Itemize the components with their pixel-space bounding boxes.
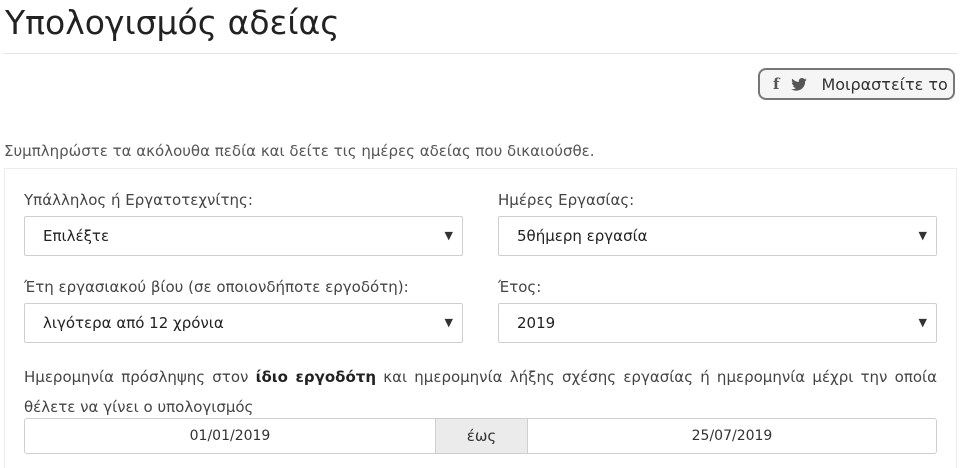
date-range-separator: έως [435,419,528,453]
work-days-label: Ημέρες Εργασίας: [498,191,635,209]
years-label: Έτη εργασιακού βίου (σε οποιονδήποτε εργ… [24,278,409,296]
employee-type-select[interactable]: Επιλέξτε ▼ [24,216,463,256]
title-divider [3,53,958,54]
work-days-select[interactable]: 5θήμερη εργασία ▼ [498,216,937,256]
year-value: 2019 [517,314,556,332]
dropdown-arrow-icon: ▼ [444,229,453,242]
page-title: Υπολογισμός αδείας [5,3,340,42]
years-value: λιγότερα από 12 χρόνια [43,314,224,332]
work-days-value: 5θήμερη εργασία [517,227,648,245]
dropdown-arrow-icon: ▼ [918,229,927,242]
twitter-icon[interactable] [791,77,808,91]
intro-text: Συμπληρώστε τα ακόλουθα πεδία και δείτε … [4,142,595,160]
facebook-icon[interactable]: f [773,75,779,93]
date-to-input[interactable]: 25/07/2019 [528,419,936,453]
share-label: Μοιραστείτε το [821,74,948,94]
year-label: Έτος: [498,278,542,296]
date-range: 01/01/2019 έως 25/07/2019 [24,418,937,454]
dropdown-arrow-icon: ▼ [918,316,927,329]
dates-text-before: Ημερομηνία πρόσληψης στον [24,368,256,386]
year-select[interactable]: 2019 ▼ [498,303,937,343]
dates-instructions: Ημερομηνία πρόσληψης στον ίδιο εργοδότη … [24,362,937,422]
years-select[interactable]: λιγότερα από 12 χρόνια ▼ [24,303,463,343]
dropdown-arrow-icon: ▼ [444,316,453,329]
employee-type-label: Υπάλληλος ή Εργατοτεχνίτης: [24,191,253,209]
dates-text-bold: ίδιο εργοδότη [255,368,377,386]
date-from-input[interactable]: 01/01/2019 [25,419,435,453]
employee-type-value: Επιλέξτε [43,227,110,245]
share-button[interactable]: f Μοιραστείτε το [758,68,955,100]
